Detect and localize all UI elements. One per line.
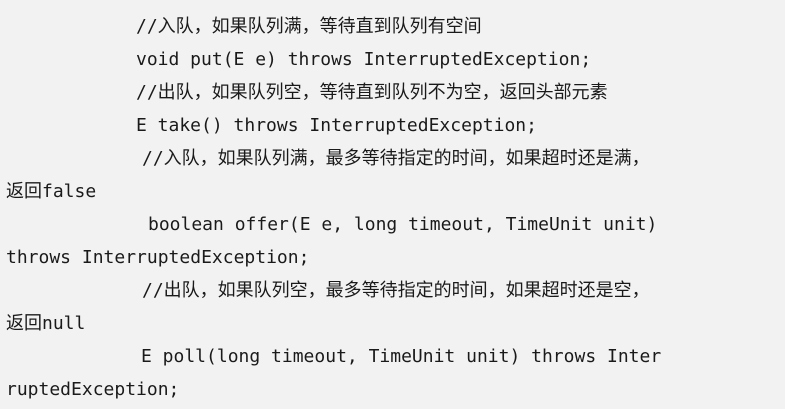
code-comment-poll: //出队，如果队列空，最多等待指定的时间，如果超时还是空， <box>142 280 650 301</box>
code-comment-take: //出队，如果队列空，等待直到队列不为空，返回头部元素 <box>136 82 608 103</box>
code-comment-poll-cont: 返回null <box>6 313 86 334</box>
code-poll-signature-cont: ruptedException; <box>6 379 180 400</box>
code-block: //入队，如果队列满，等待直到队列有空间 void put(E e) throw… <box>0 0 785 409</box>
code-comment-offer: //入队，如果队列满，最多等待指定的时间，如果超时还是满， <box>142 148 650 169</box>
code-take-signature: E take() throws InterruptedException; <box>136 115 537 136</box>
code-comment-put: //入队，如果队列满，等待直到队列有空间 <box>136 16 482 37</box>
code-offer-signature-cont: throws InterruptedException; <box>6 247 310 268</box>
code-comment-offer-cont: 返回false <box>6 181 97 202</box>
code-offer-signature: boolean offer(E e, long timeout, TimeUni… <box>148 214 658 235</box>
code-poll-signature: E poll(long timeout, TimeUnit unit) thro… <box>141 346 662 367</box>
code-put-signature: void put(E e) throws InterruptedExceptio… <box>136 49 592 70</box>
